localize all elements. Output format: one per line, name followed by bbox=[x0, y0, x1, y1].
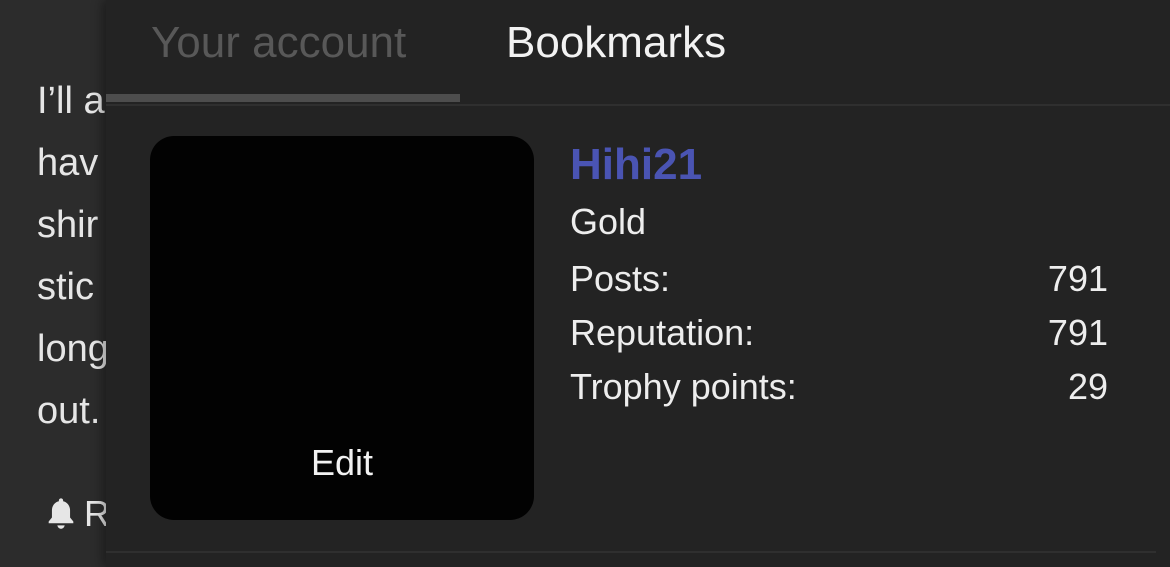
avatar-edit-button[interactable]: Edit bbox=[150, 442, 534, 484]
article-line: stic bbox=[37, 266, 94, 308]
article-line: hav bbox=[37, 142, 99, 184]
tab-your-account[interactable]: Your account bbox=[151, 16, 406, 70]
stat-row-trophy-points: Trophy points: 29 bbox=[570, 360, 1108, 414]
article-line: I’ll a bbox=[37, 80, 105, 122]
article-line: out. bbox=[37, 390, 101, 432]
username-link[interactable]: Hihi21 bbox=[570, 138, 1108, 192]
tab-underline bbox=[106, 94, 460, 102]
stat-label: Reputation: bbox=[570, 312, 755, 353]
stat-label: Posts: bbox=[570, 258, 671, 299]
user-title: Gold bbox=[570, 201, 647, 242]
stat-row-reputation: Reputation: 791 bbox=[570, 306, 1108, 360]
article-line: shir bbox=[37, 204, 99, 246]
bell-icon bbox=[48, 498, 74, 529]
article-line: long bbox=[37, 328, 109, 370]
account-popup: Your account Bookmarks Edit Hihi21 Gold … bbox=[106, 0, 1170, 567]
stat-value: 791 bbox=[1047, 312, 1108, 353]
background-article-text: I’ll a hav shir stic long out. bbox=[37, 70, 109, 442]
stat-value: 29 bbox=[1067, 366, 1108, 407]
page: I’ll a hav shir stic long out. R Your ac… bbox=[0, 0, 1170, 567]
watch-alert-link[interactable]: R bbox=[44, 493, 110, 535]
popup-divider bbox=[106, 551, 1156, 553]
user-info: Hihi21 Gold Posts: 791 Reputation: 791 T… bbox=[570, 138, 1108, 414]
stat-value: 791 bbox=[1047, 258, 1108, 299]
stat-row-posts: Posts: 791 bbox=[570, 252, 1108, 306]
account-tabs: Your account Bookmarks bbox=[106, 0, 1170, 106]
tab-bookmarks[interactable]: Bookmarks bbox=[506, 16, 726, 70]
avatar[interactable]: Edit bbox=[150, 136, 534, 520]
stat-label: Trophy points: bbox=[570, 366, 797, 407]
